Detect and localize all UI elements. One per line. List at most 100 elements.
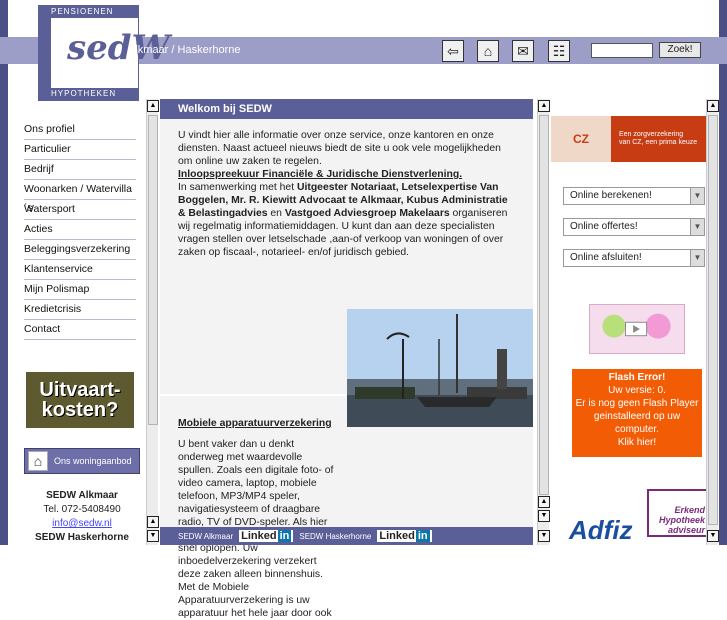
select-label: Online offertes! [570,221,638,232]
flash-error-link[interactable]: Klik hier! [572,436,702,449]
harbour-photo [347,309,533,427]
sedw-logo[interactable]: PENSIOENEN sedW HYPOTHEKEN [38,5,170,101]
footer-office-alkmaar: SEDW Alkmaar [178,531,234,541]
online-berekenen-select[interactable]: Online berekenen! ▼ [563,187,705,205]
footer-office-haskerhorne: SEDW Haskerhorne [299,531,372,541]
chevron-down-icon: ▼ [690,250,704,266]
linkedin-icon: in [277,530,292,542]
adfiz-logo[interactable]: Adfiz [569,515,633,546]
search-button[interactable]: Zoek! [659,42,701,58]
page: PENSIOENEN sedW HYPOTHEKEN Alkmaar / Has… [0,0,727,619]
partner-pre: In samenwerking met het [178,182,297,193]
nav-item[interactable]: Bedrijf [24,160,136,180]
sidebar-scrollbar[interactable]: ▲ ▼ [706,99,719,545]
search-input[interactable] [591,43,653,58]
scroll-up-icon[interactable]: ▲ [538,496,550,508]
sitemap-button[interactable]: ☷ [548,40,570,62]
erkend-line: Erkend [674,505,705,515]
chevron-down-icon: ▼ [690,188,704,204]
cz-text-line: van CZ, een prima keuze [619,139,698,146]
home-button[interactable]: ⌂ [477,40,499,62]
linkedin-haskerhorne-button[interactable]: Linked in [377,530,432,542]
contact-block: SEDW Alkmaar Tel. 072-5408490 info@sedw.… [24,489,140,545]
cz-banner[interactable]: CZ Een zorgverzekering van CZ, een prima… [551,116,711,162]
linkedin-label: Linked [379,530,415,542]
nav-item[interactable]: Mijn Polismap [24,280,136,300]
sitemap-icon: ☷ [552,42,566,59]
scroll-thumb[interactable] [148,115,158,425]
mail-button[interactable]: ✉ [512,40,534,62]
linkedin-icon: in [415,530,430,542]
online-afsluiten-select[interactable]: Online afsluiten! ▼ [563,249,705,267]
nav-item[interactable]: Contact [24,320,136,340]
chevron-down-icon: ▼ [690,219,704,235]
scroll-down-icon[interactable]: ▼ [707,530,719,542]
spreekuur-heading: Inloopspreekuur Financiële & Juridische … [178,169,463,180]
page-title: Welkom bij SEDW [160,99,533,119]
mascot-video-image[interactable] [589,304,685,354]
nav-item[interactable]: Woonarken / Watervilla´s [24,180,136,214]
linkedin-label: Linked [241,530,277,542]
logo-side-band [39,18,51,88]
woningaanbod-button[interactable]: ⌂ Ons woningaanbod [24,448,140,474]
partner-mid: en [267,208,285,219]
mail-icon: ✉ [517,42,529,59]
uitvaart-promo-banner[interactable]: Uitvaart- kosten? [26,372,134,428]
main-content: Welkom bij SEDW U vindt hier alle inform… [160,99,533,619]
online-offertes-select[interactable]: Online offertes! ▼ [563,218,705,236]
cz-text-line: Een zorgverzekering [619,131,684,138]
nav-item[interactable]: Kredietcrisis [24,300,136,320]
flash-error-line: Er is nog geen Flash Player geinstalleer… [575,398,699,435]
home-icon: ⌂ [483,43,493,59]
scroll-thumb[interactable] [708,115,718,525]
flash-error-line: Uw versie: 0. [608,385,666,396]
nav-item[interactable]: Beleggingsverzekering [24,240,136,260]
breadcrumb: Alkmaar / Haskerhorne [128,44,241,56]
nav-item[interactable]: Klantenservice [24,260,136,280]
woningaanbod-label: Ons woningaanbod [54,456,132,466]
scroll-down-icon[interactable]: ▼ [538,530,550,542]
flash-error-title: Flash Error! [608,372,666,383]
arrow-left-icon: ⇦ [447,42,459,59]
scroll-up-icon[interactable]: ▲ [147,100,159,112]
frame-left-border [0,0,8,545]
erkend-line: adviseur [667,525,705,535]
nav-item[interactable]: Particulier [24,140,136,160]
scroll-down-icon[interactable]: ▼ [147,530,159,542]
erkend-hypotheekadviseur-logo[interactable]: Erkend Hypotheek adviseur [647,489,711,537]
logo-hypotheken: HYPOTHEKEN [39,88,138,100]
nav-item[interactable]: Ons profiel [24,120,136,140]
office-alkmaar: SEDW Alkmaar [46,490,118,501]
house-icon: ⌂ [28,451,48,471]
back-button[interactable]: ⇦ [442,40,464,62]
linkedin-alkmaar-button[interactable]: Linked in [239,530,294,542]
flash-error-box[interactable]: Flash Error! Uw versie: 0. Er is nog gee… [572,369,702,457]
select-label: Online afsluiten! [570,252,642,263]
mobile-section-title[interactable]: Mobiele apparatuurverzekering [178,418,332,429]
scroll-down-icon[interactable]: ▼ [538,510,550,522]
scroll-up-icon[interactable]: ▲ [707,100,719,112]
right-sidebar: CZ Een zorgverzekering van CZ, een prima… [551,99,711,545]
nav-item[interactable]: Watersport [24,200,136,220]
cz-logo: CZ [551,116,611,162]
scroll-thumb[interactable] [539,115,549,495]
scroll-up-icon[interactable]: ▲ [147,516,159,528]
phone-number: Tel. 072-5408490 [43,504,121,515]
erkend-line: Hypotheek [658,515,705,525]
scroll-up-icon[interactable]: ▲ [538,100,550,112]
intro-paragraph: U vindt hier alle informatie over onze s… [178,130,501,167]
office-haskerhorne: SEDW Haskerhorne [35,532,129,543]
left-scrollbar[interactable]: ▲ ▲ ▼ [146,99,159,545]
frame-right-border [719,0,727,545]
partner-vastgoed: Vastgoed Adviesgroep Makelaars [284,208,450,219]
main-nav: Ons profiel Particulier Bedrijf Woonarke… [24,120,136,340]
content-scrollbar[interactable]: ▲ ▲ ▼ ▼ [537,99,550,545]
intro-text: U vindt hier alle informatie over onze s… [178,129,518,259]
select-label: Online berekenen! [570,190,652,201]
promo-line: Uitvaart- [39,379,121,401]
content-footer: SEDW Alkmaar Linked in SEDW Haskerhorne L… [160,527,533,545]
nav-item[interactable]: Acties [24,220,136,240]
promo-line: kosten? [41,399,119,421]
email-link[interactable]: info@sedw.nl [24,517,140,531]
cz-text: Een zorgverzekering van CZ, een prima ke… [611,131,697,147]
